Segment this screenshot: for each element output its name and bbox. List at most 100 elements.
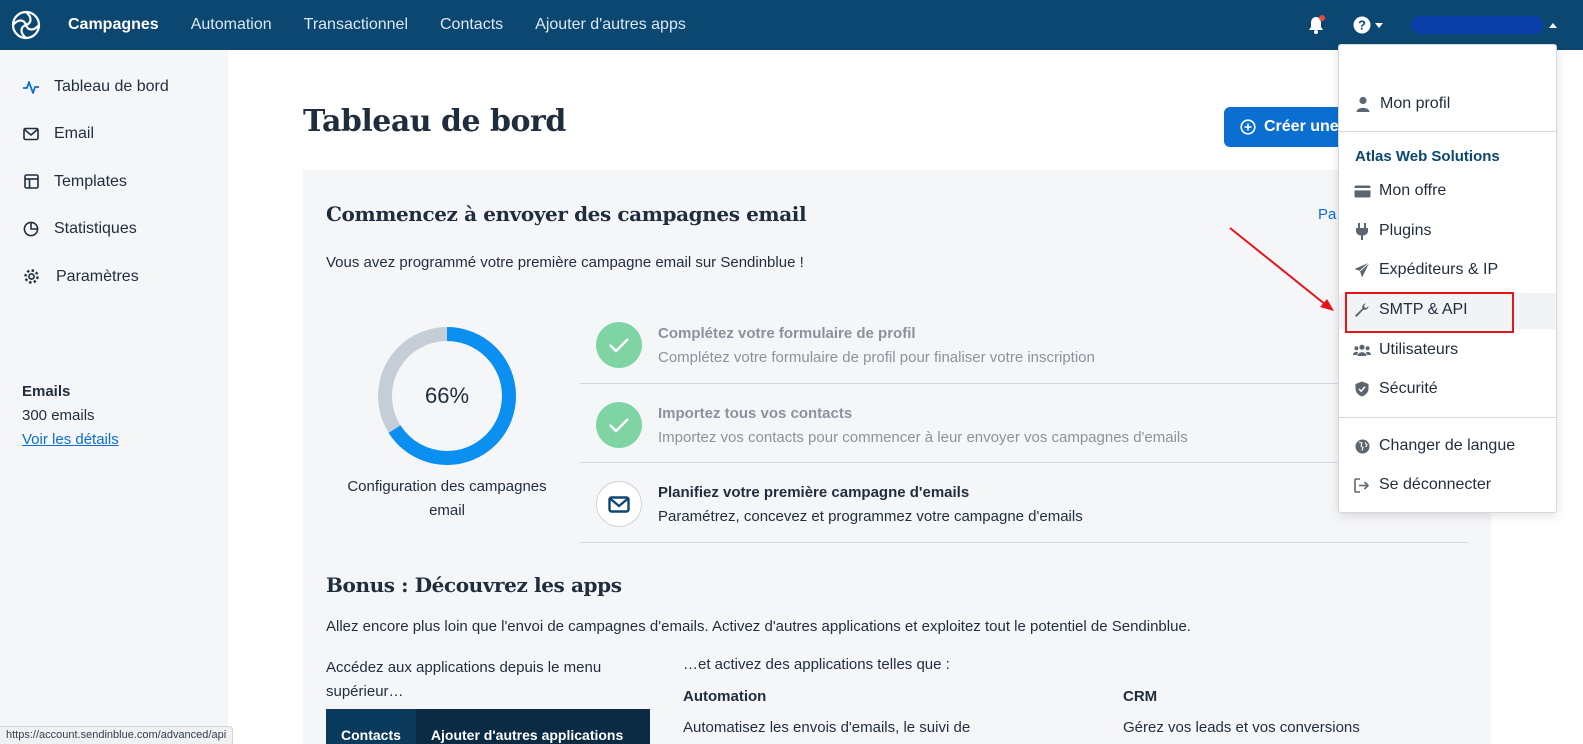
menu-item-label: Sécurité xyxy=(1379,380,1438,397)
step-title: Complétez votre formulaire de profil xyxy=(658,325,916,342)
shield-icon xyxy=(1353,380,1371,398)
credit-card-icon xyxy=(1353,182,1371,200)
menu-item-label: Plugins xyxy=(1379,222,1432,239)
annotation-highlight-box xyxy=(1345,292,1514,333)
sidebar-item-parametres[interactable]: Paramètres xyxy=(0,253,228,301)
card-heading: Commencez à envoyer des campagnes email xyxy=(326,202,807,226)
sidebar-item-label: Statistiques xyxy=(54,220,137,238)
plug-icon xyxy=(1353,222,1371,240)
users-icon xyxy=(1353,341,1371,359)
bonus-subtitle: Allez encore plus loin que l'envoi de ca… xyxy=(326,618,1191,635)
nav-transactionnel[interactable]: Transactionnel xyxy=(288,0,424,50)
menu-item-label: Changer de langue xyxy=(1379,437,1516,454)
help-menu-button[interactable]: ? xyxy=(1353,16,1383,34)
app-name: CRM xyxy=(1123,688,1158,705)
menu-item-users[interactable]: Utilisateurs xyxy=(1338,332,1557,368)
card-link[interactable]: Pa xyxy=(1318,206,1336,223)
menu-divider xyxy=(1338,417,1557,418)
app-automation: Automation Automatisez les envois d'emai… xyxy=(683,688,970,736)
sidebar-item-label: Tableau de bord xyxy=(54,77,169,95)
sidebar-item-label: Paramètres xyxy=(56,267,139,285)
plus-circle-icon xyxy=(1240,119,1256,135)
nav-contacts[interactable]: Contacts xyxy=(424,0,519,50)
sidebar-item-templates[interactable]: Templates xyxy=(0,158,228,206)
menu-divider xyxy=(1339,131,1558,132)
sidebar-item-statistiques[interactable]: Statistiques xyxy=(0,206,228,254)
help-circle-icon: ? xyxy=(1353,16,1371,34)
nav-add-apps[interactable]: Ajouter d'autres apps xyxy=(519,0,702,50)
nav-campagnes[interactable]: Campagnes xyxy=(52,0,175,50)
chevron-up-icon[interactable] xyxy=(1549,22,1557,28)
nav-automation[interactable]: Automation xyxy=(175,0,288,50)
check-icon xyxy=(596,401,642,448)
check-icon xyxy=(596,322,642,368)
annotation-arrow xyxy=(1229,227,1334,311)
emails-title: Emails xyxy=(22,383,71,400)
step-description: Complétez votre formulaire de profil pou… xyxy=(658,349,1095,366)
sidebar-item-dashboard[interactable]: Tableau de bord xyxy=(0,63,228,111)
emails-credit-block: Emails 300 emails Voir les détails xyxy=(22,380,119,452)
top-navigation-bar: Campagnes Automation Transactionnel Cont… xyxy=(0,0,1583,50)
app-description: Gérez vos leads et vos conversions xyxy=(1123,719,1360,736)
pie-chart-icon xyxy=(22,220,40,238)
create-button-label: Créer une xyxy=(1264,118,1339,135)
step-item[interactable]: Planifiez votre première campagne d'emai… xyxy=(580,463,1468,543)
app-crm: CRM Gérez vos leads et vos conversions xyxy=(1123,688,1360,736)
sidebar: Tableau de bord Email Templates Statisti… xyxy=(0,50,228,744)
mini-menu-item: Contacts xyxy=(341,727,401,743)
step-title: Importez tous vos contacts xyxy=(658,404,853,422)
progress-caption: Configuration des campagnes email xyxy=(347,478,547,519)
menu-item-label: Mon offre xyxy=(1379,182,1447,199)
status-bar-url: https://account.sendinblue.com/advanced/… xyxy=(0,726,234,744)
card-subtitle: Vous avez programmé votre première campa… xyxy=(326,254,804,271)
gear-icon xyxy=(22,268,40,286)
view-details-link[interactable]: Voir les détails xyxy=(22,431,119,448)
bonus-left-text: Accédez aux applications depuis le menu … xyxy=(326,659,602,700)
step-description: Importez vos contacts pour commencer à l… xyxy=(658,428,1188,446)
template-icon xyxy=(22,173,40,191)
organization-name: Atlas Web Solutions xyxy=(1355,148,1500,165)
menu-item-senders[interactable]: Expéditeurs & IP xyxy=(1338,252,1557,288)
sidebar-item-label: Email xyxy=(54,125,95,143)
notification-dot xyxy=(1319,15,1325,21)
bonus-heading: Bonus : Découvrez les apps xyxy=(326,573,622,597)
account-name[interactable] xyxy=(1411,16,1543,34)
activity-icon xyxy=(22,78,40,96)
menu-item-label: Expéditeurs & IP xyxy=(1379,261,1499,278)
step-item[interactable]: Complétez votre formulaire de profil Com… xyxy=(580,304,1468,384)
emails-count: 300 emails xyxy=(22,407,95,424)
mini-menu-item: Ajouter d'autres applications xyxy=(415,709,650,744)
svg-text:?: ? xyxy=(1358,18,1366,33)
menu-item-offer[interactable]: Mon offre xyxy=(1338,173,1557,209)
progress-donut: 66% xyxy=(373,322,521,470)
globe-icon xyxy=(1353,437,1371,455)
step-item[interactable]: Importez tous vos contacts Importez vos … xyxy=(580,384,1468,463)
menu-item-label: Mon profil xyxy=(1380,95,1451,112)
menu-item-label: Se déconnecter xyxy=(1379,476,1492,493)
sidebar-item-email[interactable]: Email xyxy=(0,111,228,159)
sidebar-item-label: Templates xyxy=(54,172,127,190)
progress-percent: 66% xyxy=(424,383,470,408)
menu-item-profile[interactable]: Mon profil xyxy=(1339,86,1558,122)
step-title: Planifiez votre première campagne d'emai… xyxy=(658,484,970,501)
envelope-icon xyxy=(596,481,642,527)
menu-item-label: Utilisateurs xyxy=(1379,341,1459,358)
envelope-icon xyxy=(22,125,40,143)
app-description: Automatisez les envois d'emails, le suiv… xyxy=(683,719,971,736)
menu-item-logout[interactable]: Se déconnecter xyxy=(1338,467,1557,503)
chevron-down-icon xyxy=(1375,22,1383,28)
app-name: Automation xyxy=(683,688,767,705)
sendinblue-logo-icon[interactable] xyxy=(0,0,52,50)
bell-icon[interactable] xyxy=(1305,14,1327,36)
logout-icon xyxy=(1353,476,1371,494)
menu-item-plugins[interactable]: Plugins xyxy=(1338,213,1557,249)
bonus-right-text: …et activez des applications telles que … xyxy=(683,656,950,673)
step-description: Paramétrez, concevez et programmez votre… xyxy=(658,508,1083,525)
page-title: Tableau de bord xyxy=(303,104,566,139)
onboarding-steps: Complétez votre formulaire de profil Com… xyxy=(580,304,1468,543)
menu-item-language[interactable]: Changer de langue xyxy=(1338,428,1557,464)
paper-plane-icon xyxy=(1353,261,1371,279)
user-icon xyxy=(1354,95,1372,113)
menu-item-security[interactable]: Sécurité xyxy=(1338,371,1557,407)
mini-menu-preview: Contacts Ajouter d'autres applications xyxy=(326,709,650,744)
